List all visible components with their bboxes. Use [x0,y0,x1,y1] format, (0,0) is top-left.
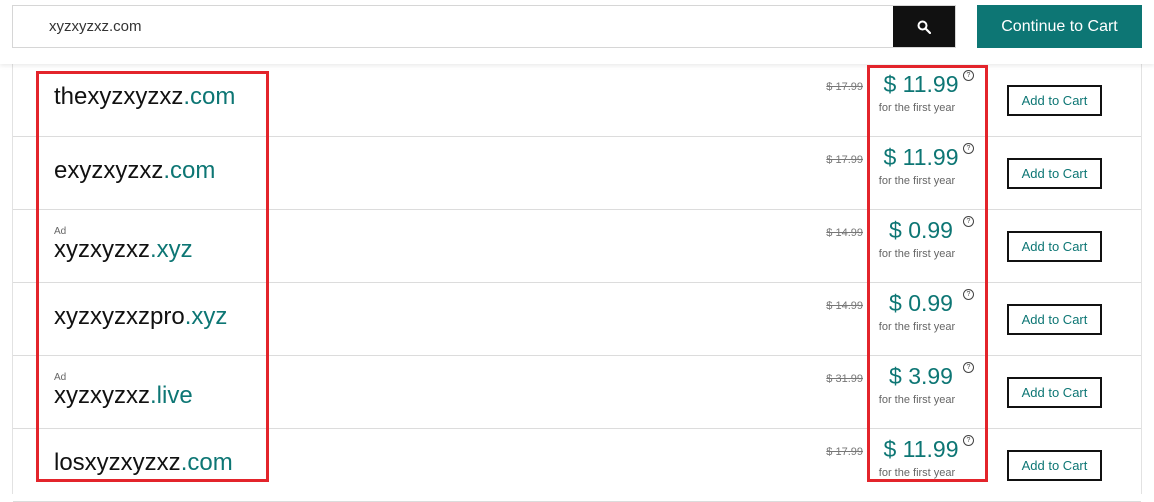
add-to-cart-button[interactable]: Add to Cart [1007,304,1102,335]
original-price: $ 31.99 [826,373,863,385]
add-to-cart-button[interactable]: Add to Cart [1007,85,1102,116]
search-button[interactable] [893,6,955,47]
original-price: $ 17.99 [826,154,863,166]
add-to-cart-button[interactable]: Add to Cart [1007,377,1102,408]
top-bar: Continue to Cart [0,0,1154,64]
search-icon [917,20,931,34]
add-to-cart-button[interactable]: Add to Cart [1007,231,1102,262]
search-box [12,5,956,48]
search-input[interactable] [13,6,893,47]
add-to-cart-button[interactable]: Add to Cart [1007,158,1102,189]
original-price: $ 14.99 [826,227,863,239]
add-to-cart-button[interactable]: Add to Cart [1007,450,1102,481]
original-price: $ 17.99 [826,446,863,458]
continue-to-cart-button[interactable]: Continue to Cart [977,5,1142,48]
original-price: $ 17.99 [826,81,863,93]
original-price: $ 14.99 [826,300,863,312]
domain-names-highlight-box [36,71,269,482]
prices-highlight-box [867,65,988,482]
